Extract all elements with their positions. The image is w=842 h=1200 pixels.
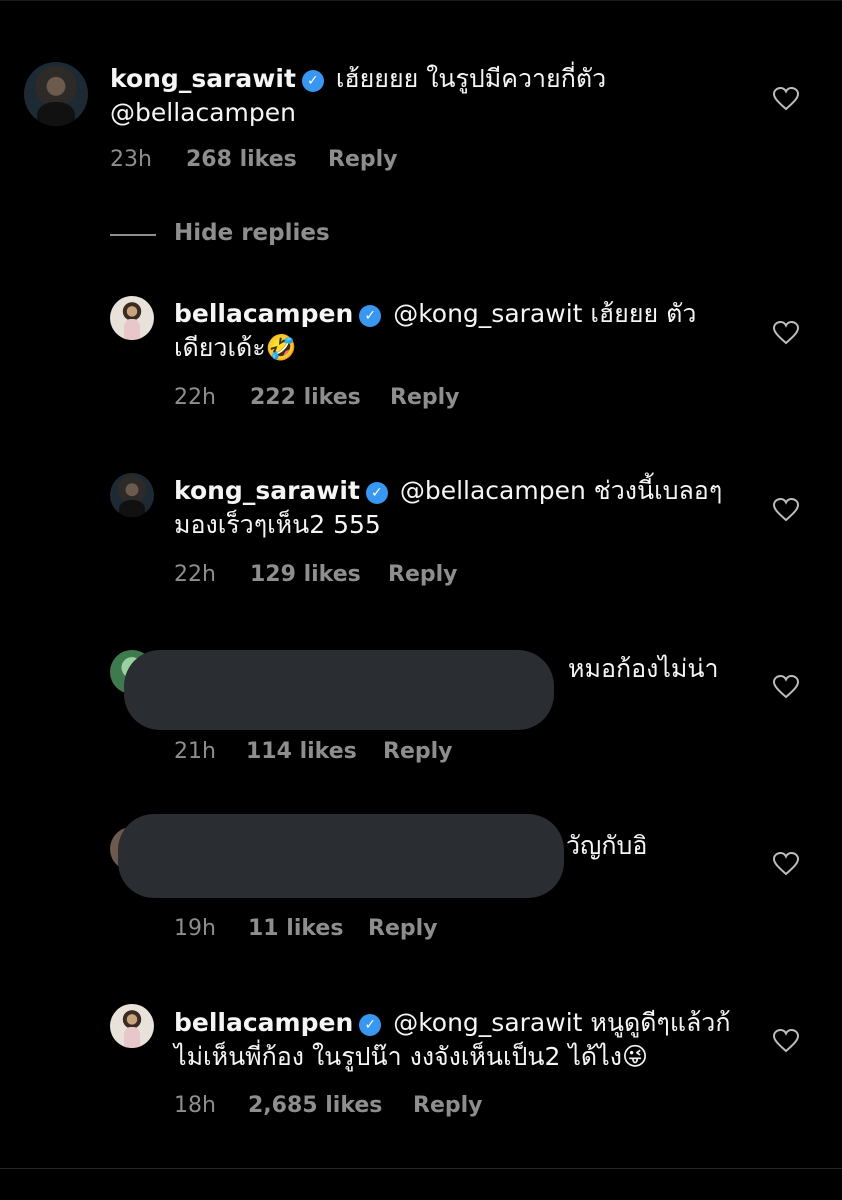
- verified-badge-icon: ✓: [359, 1014, 382, 1036]
- redaction-block: [118, 814, 564, 898]
- timestamp: 21h: [174, 739, 216, 764]
- hide-replies-line: [110, 234, 156, 236]
- verified-badge-icon: ✓: [359, 305, 382, 327]
- avatar[interactable]: [110, 473, 154, 517]
- likes-count[interactable]: 114 likes: [246, 739, 357, 764]
- reply-button[interactable]: Reply: [390, 385, 460, 410]
- avatar[interactable]: [110, 296, 154, 340]
- reply-body: วัญกับอิ: [566, 831, 648, 860]
- likes-count[interactable]: 129 likes: [250, 562, 361, 587]
- likes-count[interactable]: 11 likes: [248, 916, 343, 941]
- reply-button[interactable]: Reply: [368, 916, 438, 941]
- reply-button[interactable]: Reply: [383, 739, 453, 764]
- reply-text: bellacampen ✓ @kong_sarawit หนูดูดีๆแล้วก…: [174, 1006, 734, 1074]
- reply-button[interactable]: Reply: [388, 562, 458, 587]
- reply-button[interactable]: Reply: [413, 1093, 483, 1118]
- reply-text: kong_sarawit ✓ @bellacampen ช่วงนี้เบลอๆ …: [174, 474, 734, 542]
- username-link[interactable]: bellacampen: [174, 1008, 353, 1037]
- username-link[interactable]: kong_sarawit: [110, 64, 296, 93]
- timestamp: 22h: [174, 385, 216, 410]
- redaction-block: [124, 650, 554, 730]
- avatar[interactable]: [24, 62, 88, 126]
- username-link[interactable]: bellacampen: [174, 299, 353, 328]
- hide-replies-label: Hide replies: [174, 220, 330, 246]
- reply-text: bellacampen ✓ @kong_sarawit เฮ้ยยย ตัวเดี…: [174, 297, 734, 365]
- timestamp: 22h: [174, 562, 216, 587]
- timestamp: 19h: [174, 916, 216, 941]
- reply-button[interactable]: Reply: [328, 147, 398, 172]
- timestamp: 18h: [174, 1093, 216, 1118]
- bottom-divider: [0, 1168, 842, 1169]
- likes-count[interactable]: 222 likes: [250, 385, 361, 410]
- heart-outline-icon[interactable]: [773, 1029, 799, 1053]
- comment-text: kong_sarawit ✓ เฮ้ยยยย ในรูปมีควายกี่ตัว …: [110, 62, 750, 130]
- heart-outline-icon[interactable]: [773, 498, 799, 522]
- heart-outline-icon[interactable]: [773, 321, 799, 345]
- heart-outline-icon[interactable]: [773, 675, 799, 699]
- avatar[interactable]: [110, 1004, 154, 1048]
- heart-outline-icon[interactable]: [773, 87, 799, 111]
- likes-count[interactable]: 268 likes: [186, 147, 297, 172]
- verified-badge-icon: ✓: [301, 70, 324, 92]
- verified-badge-icon: ✓: [365, 482, 388, 504]
- reply-body: หมอก้องไม่น่า: [568, 654, 719, 683]
- likes-count[interactable]: 2,685 likes: [248, 1093, 382, 1118]
- timestamp: 23h: [110, 147, 152, 172]
- username-link[interactable]: kong_sarawit: [174, 476, 360, 505]
- top-divider: [0, 0, 842, 1]
- heart-outline-icon[interactable]: [773, 852, 799, 876]
